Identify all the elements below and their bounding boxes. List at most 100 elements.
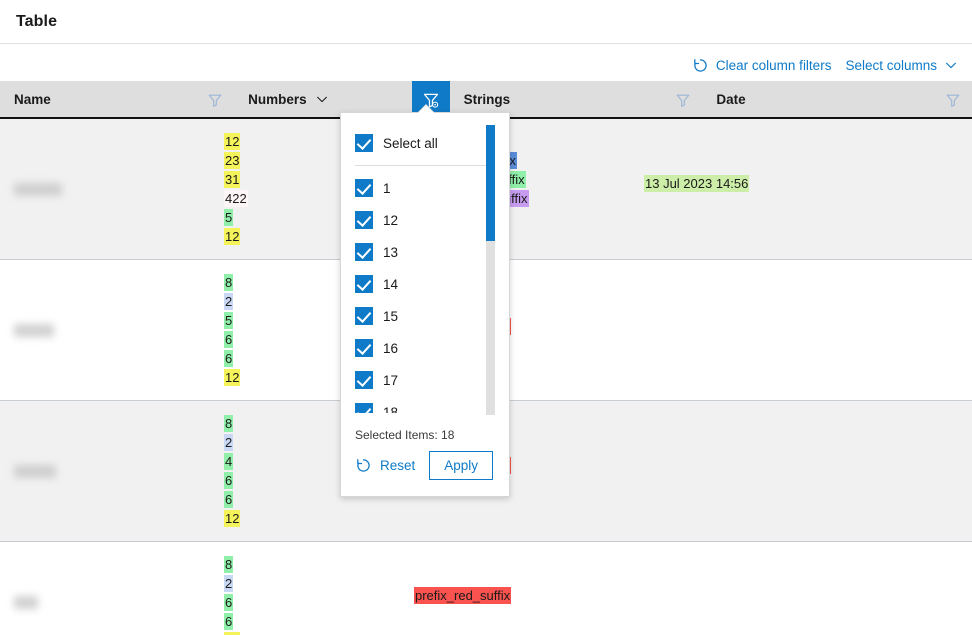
- highlighted-value: 12: [224, 228, 240, 245]
- filter-option-label: 17: [383, 373, 398, 388]
- highlighted-value: 12: [224, 369, 240, 386]
- filter-funnel-icon: [675, 92, 691, 109]
- checkbox-checked-icon[interactable]: [355, 403, 373, 413]
- filter-button-strings[interactable]: [664, 81, 702, 119]
- filter-panel-actions: Reset Apply: [341, 451, 511, 481]
- highlighted-value: 2: [224, 434, 233, 451]
- column-header-date[interactable]: Date: [702, 81, 934, 117]
- number-value: 8: [224, 555, 400, 574]
- reset-button[interactable]: Reset: [355, 457, 415, 474]
- apply-button[interactable]: Apply: [429, 451, 493, 481]
- filter-button-name[interactable]: [196, 81, 234, 119]
- filter-funnel-icon: [207, 92, 223, 109]
- column-header-numbers-label: Numbers: [234, 92, 307, 107]
- highlighted-value: 5: [224, 312, 233, 329]
- chevron-down-icon[interactable]: [315, 92, 329, 106]
- number-value: 12: [224, 631, 400, 635]
- chevron-down-icon: [944, 58, 958, 72]
- highlighted-value: prefix_red_suffix: [414, 587, 511, 604]
- panel-divider: [355, 165, 493, 166]
- redacted-name-value: [14, 324, 54, 337]
- highlighted-value: 6: [224, 491, 233, 508]
- filter-option-select-all-label: Select all: [383, 136, 438, 151]
- cell-date: [630, 401, 878, 541]
- column-header-date-label: Date: [702, 92, 745, 107]
- filter-option-label: 16: [383, 341, 398, 356]
- highlighted-value: 12: [224, 510, 240, 527]
- selected-items-count: Selected Items: 18: [355, 428, 454, 442]
- highlighted-value: 6: [224, 472, 233, 489]
- filter-option-label: 14: [383, 277, 398, 292]
- filter-option-label: 18: [383, 405, 398, 414]
- checkbox-checked-icon[interactable]: [355, 371, 373, 389]
- redacted-name-value: [14, 596, 38, 609]
- table-row[interactable]: 826612prefix_red_suffix: [0, 542, 972, 635]
- highlighted-value: 31: [224, 171, 240, 188]
- reset-button-label: Reset: [380, 458, 415, 473]
- date-value: 13 Jul 2023 14:56: [644, 174, 878, 193]
- number-value: 2: [224, 574, 400, 593]
- number-value: 12: [224, 509, 400, 528]
- filter-button-date[interactable]: [934, 81, 972, 119]
- highlighted-value: 13 Jul 2023 14:56: [644, 175, 749, 192]
- apply-button-label: Apply: [444, 458, 478, 473]
- reset-circular-arrow-icon: [355, 457, 372, 474]
- highlighted-value: 12: [224, 133, 240, 150]
- cell-strings: prefix_red_suffix: [400, 542, 630, 635]
- page-title: Table: [16, 13, 57, 31]
- highlighted-value: 422: [224, 190, 248, 207]
- reset-circular-arrow-icon: [692, 57, 709, 74]
- filter-option-label: 15: [383, 309, 398, 324]
- select-columns-label: Select columns: [845, 58, 937, 73]
- highlighted-value: 6: [224, 594, 233, 611]
- highlighted-value: 8: [224, 415, 233, 432]
- column-header-name[interactable]: Name: [0, 81, 196, 117]
- highlighted-value: 23: [224, 152, 240, 169]
- checkbox-checked-icon[interactable]: [355, 339, 373, 357]
- checkbox-checked-icon[interactable]: [355, 275, 373, 293]
- filter-option-label: 13: [383, 245, 398, 260]
- filter-funnel-icon: [945, 92, 961, 109]
- column-filter-panel: Select all 1 12 13 14 15 16 17 18 Selected Item…: [340, 112, 510, 497]
- redacted-name-value: [14, 465, 56, 478]
- highlighted-value: 6: [224, 613, 233, 630]
- cell-date: [630, 260, 878, 400]
- clear-column-filters-button[interactable]: Clear column filters: [692, 57, 832, 74]
- highlighted-value: 8: [224, 556, 233, 573]
- cell-name: [0, 119, 210, 259]
- checkbox-checked-icon[interactable]: [355, 307, 373, 325]
- highlighted-value: 4: [224, 453, 233, 470]
- column-header-strings-label: Strings: [450, 92, 511, 107]
- filter-option-label: 12: [383, 213, 398, 228]
- cell-name: [0, 542, 210, 635]
- filter-list-scrollbar[interactable]: [486, 125, 495, 415]
- table-toolbar: Clear column filters Select columns: [0, 49, 972, 81]
- highlighted-value: 2: [224, 293, 233, 310]
- cell-numbers: 826612: [210, 542, 400, 635]
- select-columns-button[interactable]: Select columns: [845, 58, 958, 73]
- redacted-name-value: [14, 183, 62, 196]
- cell-date: [630, 542, 878, 635]
- highlighted-value: 6: [224, 331, 233, 348]
- number-value: 6: [224, 612, 400, 631]
- checkbox-checked-icon[interactable]: [355, 211, 373, 229]
- checkbox-checked-icon[interactable]: [355, 179, 373, 197]
- string-value: prefix_red_suffix: [414, 586, 630, 605]
- number-value: 6: [224, 593, 400, 612]
- clear-column-filters-label: Clear column filters: [716, 58, 832, 73]
- filter-option-list[interactable]: Select all 1 12 13 14 15 16 17 18: [341, 113, 509, 413]
- column-header-name-label: Name: [0, 92, 51, 107]
- checkbox-checked-icon[interactable]: [355, 243, 373, 261]
- cell-name: [0, 260, 210, 400]
- checkbox-checked-icon[interactable]: [355, 134, 373, 152]
- highlighted-value: 2: [224, 575, 233, 592]
- filter-option-label: 1: [383, 181, 391, 196]
- table-page: Table Clear column filters Select column…: [0, 0, 972, 635]
- filter-list-scrollbar-thumb[interactable]: [486, 125, 495, 241]
- highlighted-value: 6: [224, 350, 233, 367]
- highlighted-value: 5: [224, 209, 233, 226]
- cell-name: [0, 401, 210, 541]
- cell-date: 13 Jul 2023 14:56: [630, 119, 878, 259]
- page-header: Table: [0, 0, 972, 44]
- highlighted-value: 8: [224, 274, 233, 291]
